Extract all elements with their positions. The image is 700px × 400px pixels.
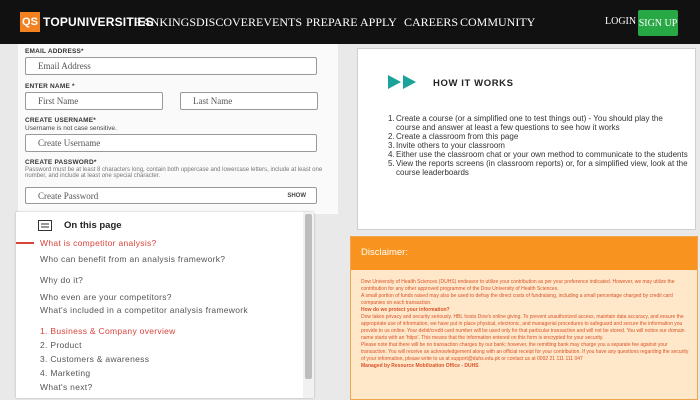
disclaimer-header: Disclaimer:	[351, 237, 697, 270]
login-link[interactable]: LOGIN	[605, 16, 636, 27]
step-item: 5. View the reports screens (in classroom…	[388, 159, 688, 177]
toc-item[interactable]: Who even are your competitors?	[40, 292, 290, 302]
username-hint: Username is not case sensitive.	[25, 125, 117, 132]
show-password-toggle[interactable]: SHOW	[287, 193, 306, 199]
toc-item[interactable]: 4. Marketing	[40, 368, 290, 378]
toc-item[interactable]: 1. Business & Company overview	[40, 326, 290, 336]
how-it-works-title: HOW IT WORKS	[433, 78, 514, 89]
fast-forward-icon	[388, 75, 416, 89]
email-label: EMAIL ADDRESS*	[25, 48, 84, 55]
table-of-contents: On this page What is competitor analysis…	[16, 212, 314, 398]
disclaimer-footer: Managed by Resource Mobilization Office …	[361, 363, 479, 369]
disclaimer-paragraph: Please note that there will be no transa…	[361, 342, 689, 362]
name-label: ENTER NAME *	[25, 83, 75, 90]
step-item: 4. Either use the classroom chat or your …	[388, 150, 688, 159]
registration-form: EMAIL ADDRESS* Email Address ENTER NAME …	[18, 44, 338, 214]
toc-item[interactable]: 3. Customers & awareness	[40, 354, 290, 364]
last-name-field[interactable]: Last Name	[180, 92, 318, 110]
toc-item[interactable]: 2. Product	[40, 340, 290, 350]
nav-community[interactable]: COMMUNITY	[460, 15, 535, 30]
toc-item[interactable]: Why do it?	[40, 275, 290, 285]
toc-item[interactable]: What's included in a competitor analysis…	[40, 305, 280, 315]
toc-item[interactable]: What is competitor analysis?	[40, 238, 290, 248]
toc-item[interactable]: What's next?	[40, 382, 290, 392]
disclaimer-paragraph: A small portion of funds raised may also…	[361, 293, 673, 306]
disclaimer-subheading: How do we protect your information?	[361, 307, 450, 313]
toc-header: On this page	[38, 220, 122, 231]
active-marker	[16, 242, 34, 244]
password-label: CREATE PASSWORD*	[25, 159, 97, 166]
disclaimer-body: Dow University of Health Sciences (DUHS)…	[361, 279, 693, 370]
nav-discover[interactable]: DISCOVER	[196, 15, 256, 30]
disclaimer-paragraph: Dow University of Health Sciences (DUHS)…	[361, 279, 675, 292]
username-field[interactable]: Create Username	[25, 134, 317, 152]
step-item: 3. Invite others to your classroom	[388, 141, 505, 150]
nav-prepare[interactable]: PREPARE	[306, 15, 358, 30]
nav-apply[interactable]: APPLY	[360, 15, 397, 30]
disclaimer-box: Disclaimer: Dow University of Health Sci…	[350, 236, 698, 400]
list-icon	[38, 220, 52, 231]
nav-careers[interactable]: CAREERS	[404, 15, 458, 30]
first-name-field[interactable]: First Name	[25, 92, 163, 110]
how-it-works-panel: HOW IT WORKS 1. Create a course (or a sim…	[357, 48, 696, 230]
scrollbar-thumb[interactable]	[305, 214, 312, 379]
username-label: CREATE USERNAME*	[25, 117, 96, 124]
email-field[interactable]: Email Address	[25, 57, 317, 75]
password-placeholder: Create Password	[38, 190, 99, 201]
password-help: Password must be at least 8 characters l…	[25, 167, 323, 179]
password-field[interactable]: Create Password SHOW	[25, 187, 317, 204]
disclaimer-paragraph: Dow takes privacy and security seriously…	[361, 314, 685, 341]
how-it-works-steps: 1. Create a course (or a simplified one t…	[388, 114, 688, 177]
step-item: 1. Create a course (or a simplified one t…	[388, 114, 663, 132]
disclaimer-title: Disclaimer:	[361, 247, 408, 258]
top-navbar: QS TOPUNIVERSITIES RANKINGS DISCOVER EVE…	[0, 0, 700, 44]
toc-heading: On this page	[64, 220, 122, 231]
nav-events[interactable]: EVENTS	[256, 15, 302, 30]
toc-item[interactable]: Who can benefit from an analysis framewo…	[40, 254, 290, 264]
step-item: 2. Create a classroom from this page	[388, 132, 519, 141]
nav-rankings[interactable]: RANKINGS	[134, 15, 196, 30]
logo-mark: QS	[20, 12, 40, 32]
signup-button[interactable]: SIGN UP	[638, 10, 678, 36]
